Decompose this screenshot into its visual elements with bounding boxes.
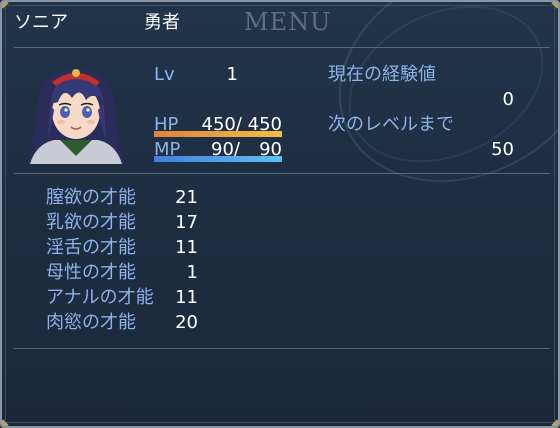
talent-value: 20 (175, 312, 198, 333)
mp-gauge (154, 156, 282, 162)
level-label: Lv (154, 64, 175, 85)
talent-value: 1 (186, 262, 198, 283)
next-level-label: 次のレベルまで (328, 114, 454, 135)
divider (14, 47, 550, 48)
actor-class: 勇者 (144, 12, 180, 33)
talent-value: 21 (175, 187, 198, 208)
next-level-value: 50 (491, 139, 514, 160)
talent-label: アナルの才能 (46, 287, 154, 308)
actor-name: ソニア (14, 12, 68, 33)
frame-corner (2, 2, 9, 9)
frame-corner (2, 419, 9, 426)
frame-corner (551, 419, 558, 426)
divider (14, 173, 550, 174)
hp-gauge (154, 131, 282, 137)
talent-label: 母性の才能 (46, 262, 136, 283)
talent-label: 淫舌の才能 (46, 237, 136, 258)
status-window: ソニア 勇者 MENU Lv 1 HP 450/ 450 MP 90/ 90 現… (0, 0, 560, 428)
talent-label: 膣欲の才能 (46, 187, 136, 208)
mp-gauge-fill (154, 156, 282, 162)
level-value: 1 (226, 64, 238, 85)
talent-label: 肉慾の才能 (46, 312, 136, 333)
talent-value: 11 (175, 287, 198, 308)
talent-value: 17 (175, 212, 198, 233)
current-exp-value: 0 (502, 89, 514, 110)
menu-watermark: MENU (244, 8, 332, 36)
talent-value: 11 (175, 237, 198, 258)
talent-label: 乳欲の才能 (46, 212, 136, 233)
hp-gauge-fill (154, 131, 282, 137)
current-exp-label: 現在の経験値 (328, 64, 436, 85)
divider (14, 348, 550, 349)
actor-face-portrait (20, 60, 132, 164)
